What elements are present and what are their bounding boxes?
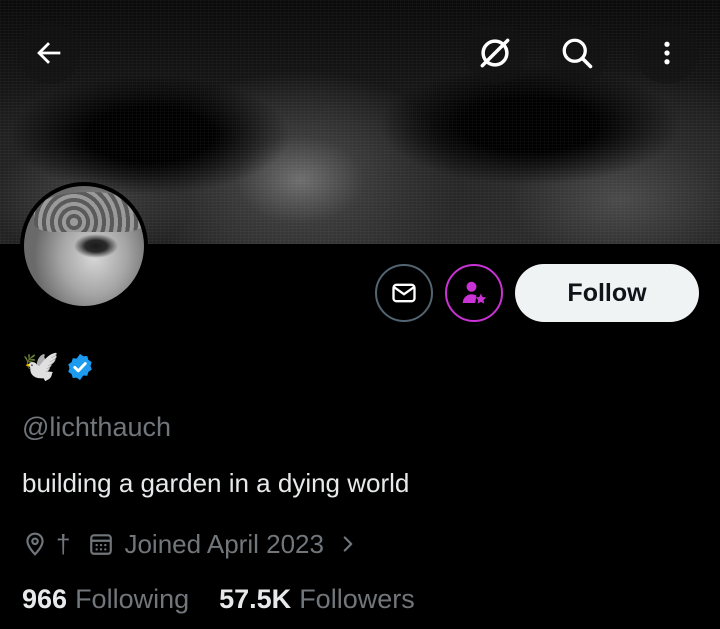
- display-name: 🕊️: [22, 348, 95, 386]
- arrow-left-icon: [37, 42, 61, 64]
- search-icon: [562, 38, 593, 69]
- profile-handle: @lichthauch: [22, 412, 171, 442]
- grok-button[interactable]: [464, 22, 526, 84]
- display-name-emoji: 🕊️: [22, 350, 60, 383]
- subscribe-star-icon: [462, 281, 487, 304]
- envelope-icon: [392, 283, 416, 303]
- grok-slash-icon: [480, 38, 510, 68]
- more-button[interactable]: [636, 22, 698, 84]
- verified-badge-icon[interactable]: [65, 352, 95, 382]
- avatar-image: [34, 192, 144, 232]
- joined-date[interactable]: Joined April 2023: [124, 529, 323, 560]
- follow-stats: 966 Following 57.5K Followers: [22, 584, 415, 615]
- following-count[interactable]: 966: [22, 584, 67, 615]
- avatar[interactable]: [20, 182, 148, 310]
- followers-count[interactable]: 57.5K: [219, 584, 291, 615]
- chevron-right-icon[interactable]: [338, 531, 358, 557]
- followers-label[interactable]: Followers: [299, 584, 415, 615]
- profile-meta: † Joined April 2023: [22, 527, 358, 561]
- location-text: †: [56, 528, 71, 559]
- profile-bio: building a garden in a dying world: [22, 468, 410, 498]
- search-button[interactable]: [546, 22, 608, 84]
- follow-button[interactable]: Follow: [515, 264, 699, 322]
- location-pin-icon: [26, 532, 44, 556]
- back-button[interactable]: [18, 22, 80, 84]
- calendar-icon: [90, 534, 113, 555]
- following-label[interactable]: Following: [75, 584, 189, 615]
- subscribe-button[interactable]: [445, 264, 503, 322]
- message-button[interactable]: [375, 264, 433, 322]
- more-vertical-icon: [664, 41, 670, 65]
